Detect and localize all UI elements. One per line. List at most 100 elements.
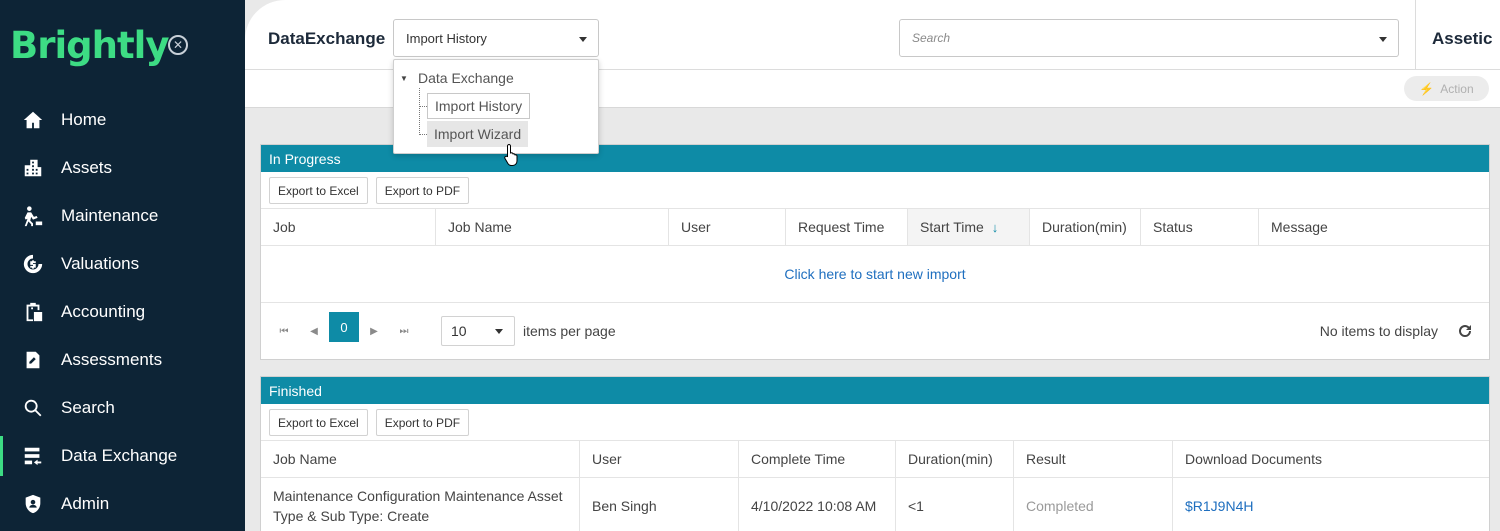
action-button[interactable]: ⚡ Action [1404,76,1489,101]
search-input[interactable]: Search [899,19,1399,57]
grid-header: Job Name User Complete Time Duration(min… [261,441,1489,478]
data-exchange-icon [22,445,44,467]
page-size-select[interactable]: 10 [441,316,515,346]
panel-title: Finished [261,377,1489,404]
export-excel-button[interactable]: Export to Excel [269,409,368,436]
pager-info: No items to display [1319,323,1438,339]
column-header-download-documents[interactable]: Download Documents [1172,441,1489,477]
chevron-down-icon [495,329,503,334]
action-label: Action [1440,81,1474,96]
chevron-down-icon [579,37,587,42]
sidebar-item-label: Assets [61,158,113,177]
sort-desc-icon: ↓ [991,219,999,235]
column-header-status[interactable]: Status [1140,209,1258,245]
header-divider [1415,0,1416,70]
tree-connector [419,106,427,107]
sidebar-item-label: Home [61,110,107,129]
app-title: DataExchange [268,29,386,48]
column-header-complete-time[interactable]: Complete Time [738,441,895,477]
column-header-label: Start Time [920,219,984,235]
table-row[interactable]: Maintenance Configuration Maintenance As… [261,478,1489,531]
prev-page-icon[interactable]: ◀ [306,323,322,339]
export-excel-button[interactable]: Export to Excel [269,177,368,204]
assessment-icon [22,349,44,371]
refresh-icon[interactable] [1457,323,1473,339]
column-header-job-name[interactable]: Job Name [261,441,579,477]
search-placeholder: Search [912,31,951,45]
hand-cursor-icon [504,143,520,167]
sidebar-item-home[interactable]: Home [0,96,245,144]
tree-connector [419,134,427,135]
sidebar-item-admin[interactable]: Admin [0,480,245,528]
export-pdf-button[interactable]: Export to PDF [375,177,470,204]
cell-result: Completed [1013,478,1172,531]
export-pdf-button[interactable]: Export to PDF [375,409,470,436]
close-circle-icon[interactable]: ✕ [168,35,188,55]
sidebar-item-search[interactable]: Search [0,384,245,432]
sidebar-item-label: Admin [61,494,110,513]
sidebar-nav: Home Assets Maintenance Valuations Accou… [0,96,245,528]
page-number-current[interactable]: 0 [329,312,359,342]
tree-connector [419,88,420,135]
cell-complete-time: 4/10/2022 10:08 AM [738,478,895,531]
sidebar-item-maintenance[interactable]: Maintenance [0,192,245,240]
sidebar-item-accounting[interactable]: Accounting [0,288,245,336]
panel-toolbar: Export to Excel Export to PDF [261,172,1489,209]
worker-icon [22,205,44,227]
sidebar-item-assessments[interactable]: Assessments [0,336,245,384]
chevron-down-icon [1379,37,1387,42]
sidebar-item-label: Accounting [61,302,146,321]
items-per-page-label: items per page [523,323,616,339]
page-size-value: 10 [451,323,467,339]
expand-triangle-icon[interactable]: ▼ [400,74,410,83]
column-header-user[interactable]: User [579,441,738,477]
cell-job-name: Maintenance Configuration Maintenance As… [273,487,563,524]
home-icon [22,109,44,131]
grid-header: Job Job Name User Request Time Start Tim… [261,209,1489,246]
buildings-icon [22,157,44,179]
module-select[interactable]: Import History [393,19,599,57]
empty-grid-row: Click here to start new import [261,246,1489,303]
first-page-icon[interactable]: ⏮ [276,323,292,339]
column-header-duration[interactable]: Duration(min) [1029,209,1140,245]
lightning-icon: ⚡ [1419,81,1435,96]
sidebar-item-label: Valuations [61,254,140,273]
tree-item-import-history[interactable]: Import History [427,93,531,119]
column-header-user[interactable]: User [668,209,785,245]
sidebar-item-valuations[interactable]: Valuations [0,240,245,288]
column-header-duration[interactable]: Duration(min) [895,441,1013,477]
valuation-icon [22,253,44,275]
column-header-start-time[interactable]: Start Time ↓ [907,209,1029,245]
column-header-request-time[interactable]: Request Time [785,209,907,245]
panel-toolbar: Export to Excel Export to PDF [261,404,1489,441]
sidebar-item-label: Data Exchange [61,446,178,465]
column-header-result[interactable]: Result [1013,441,1172,477]
search-icon [22,397,44,419]
sidebar-item-assets[interactable]: Assets [0,144,245,192]
column-header-job[interactable]: Job [261,209,435,245]
pager: ⏮ ◀ 0 ▶ ⏭ 10 items per page No items to … [261,303,1489,359]
sidebar-item-data-exchange[interactable]: Data Exchange [0,432,245,480]
last-page-icon[interactable]: ⏭ [396,323,412,339]
brightly-logo[interactable]: Brightly [10,22,169,68]
column-header-message[interactable]: Message [1258,209,1489,245]
sidebar-item-label: Search [61,398,115,417]
sidebar: Brightly ✕ Home Assets Maintenance Valua… [0,0,245,531]
org-name: Assetic [1432,29,1493,48]
sidebar-item-label: Assessments [61,350,163,369]
column-header-job-name[interactable]: Job Name [435,209,668,245]
cell-user: Ben Singh [579,478,738,531]
sidebar-item-label: Maintenance [61,206,159,225]
in-progress-panel: In Progress Export to Excel Export to PD… [260,144,1490,360]
tree-root-data-exchange[interactable]: ▼ Data Exchange [400,70,514,86]
next-page-icon[interactable]: ▶ [366,323,382,339]
cell-duration: <1 [895,478,1013,531]
clipboard-icon [22,301,44,323]
module-select-value: Import History [406,30,487,46]
module-dropdown-popup: ▼ Data Exchange Import History Import Wi… [393,59,599,154]
start-new-import-link[interactable]: Click here to start new import [784,266,965,282]
shield-icon [22,493,44,515]
logo-text: Brightly [10,23,169,67]
finished-panel: Finished Export to Excel Export to PDF J… [260,376,1490,531]
download-document-link[interactable]: $R1J9N4H [1172,478,1489,531]
